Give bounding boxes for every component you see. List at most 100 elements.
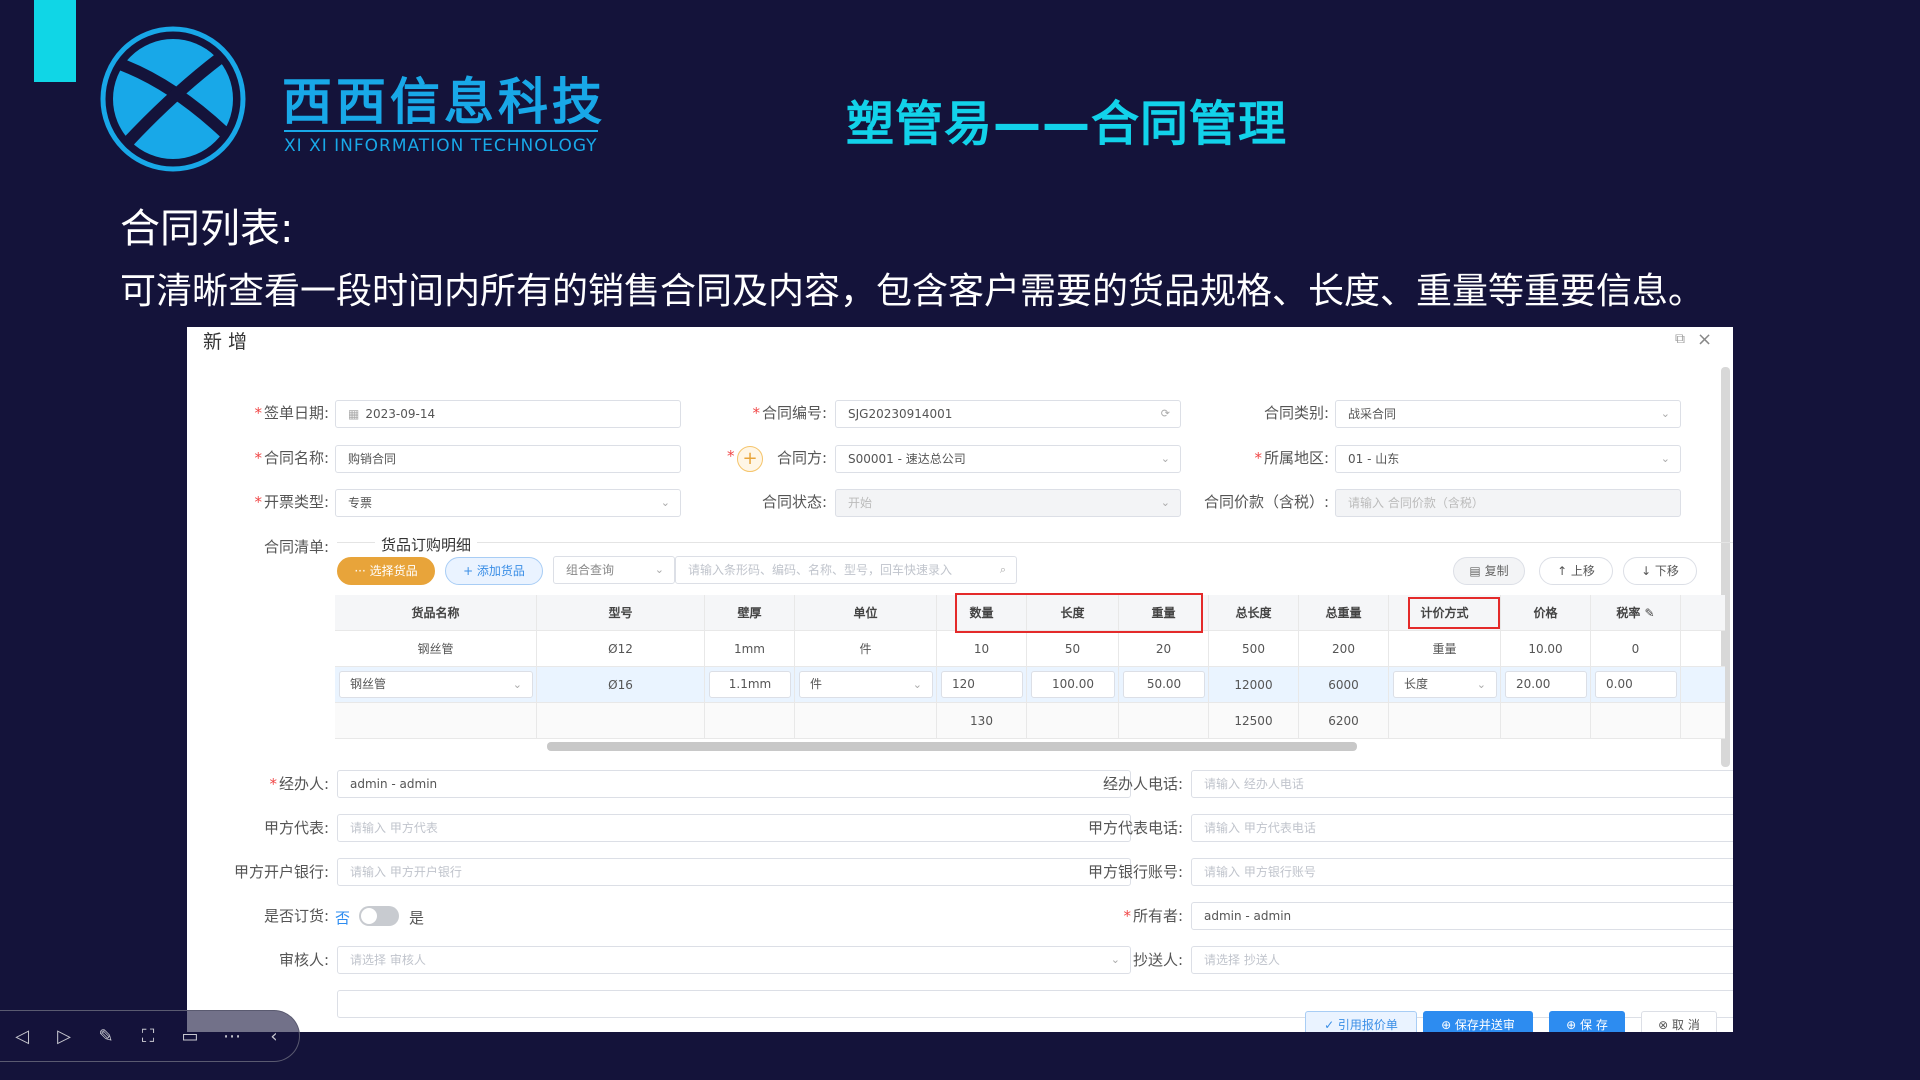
pricing-method-select[interactable]: 长度 ⌄	[1393, 671, 1497, 698]
handler-phone-input[interactable]: 请输入 经办人电话	[1191, 770, 1733, 798]
cell-total-length: 500	[1209, 631, 1299, 666]
camera-icon[interactable]: ▭	[178, 1025, 202, 1049]
is-order-toggle[interactable]	[359, 906, 399, 926]
save-submit-button[interactable]: ⊕ 保存并送审	[1423, 1011, 1533, 1032]
party-a-bank-input[interactable]: 请输入 甲方开户银行	[337, 858, 1131, 886]
cell-weight: 20	[1119, 631, 1209, 666]
region-label: * 所属地区:	[1254, 449, 1329, 467]
horizontal-scrollbar[interactable]	[547, 742, 1357, 751]
move-down-button[interactable]: ↓ 下移	[1623, 557, 1697, 585]
length-input[interactable]: 100.00	[1031, 671, 1115, 698]
cell-empty	[1389, 703, 1501, 738]
cell-quantity: 10	[937, 631, 1027, 666]
table-row-editing[interactable]: 钢丝管 ⌄ Ø16 1.1mm 件 ⌄ 120 100.00 50.00 12000…	[335, 667, 1725, 703]
move-up-button[interactable]: ↑ 上移	[1539, 557, 1613, 585]
weight-input[interactable]: 50.00	[1123, 671, 1205, 698]
close-icon[interactable]: ×	[1697, 329, 1712, 350]
cell-empty	[795, 703, 937, 738]
highlight-box-qty-length-weight	[955, 593, 1203, 633]
col-header-total-weight: 总重量	[1299, 595, 1389, 630]
table-row[interactable]: 钢丝管 Ø12 1mm 件 10 50 20 500 200 重量 10.00 …	[335, 631, 1725, 667]
cell-empty	[335, 703, 537, 738]
col-header-tax-rate[interactable]: 税率 ✎	[1591, 595, 1681, 630]
quote-button[interactable]: ✓ 引用报价单	[1305, 1011, 1417, 1032]
pen-icon[interactable]: ✎	[94, 1025, 118, 1049]
calendar-icon: ▦	[348, 407, 360, 421]
region-select[interactable]: 01 - 山东 ⌄	[1335, 445, 1681, 473]
presenter-toolbar: ◁ ▷ ✎ ⛶ ▭ ⋯ ‹	[0, 1010, 300, 1062]
cell-total-weight: 200	[1299, 631, 1389, 666]
tax-rate-input[interactable]: 0.00	[1595, 671, 1677, 698]
refresh-icon[interactable]: ⟳	[1161, 401, 1170, 427]
contract-name-field[interactable]: 购销合同	[335, 445, 681, 473]
party-a-rep-input[interactable]: 请输入 甲方代表	[337, 814, 1131, 842]
cell-price: 10.00	[1501, 631, 1591, 666]
toggle-off-label: 否	[335, 909, 351, 927]
quantity-input[interactable]: 120	[941, 671, 1023, 698]
cc-label: 抄送人:	[1132, 951, 1183, 969]
chevron-down-icon: ⌄	[912, 678, 922, 691]
sign-date-label: * 签单日期:	[254, 404, 329, 422]
invoice-type-select[interactable]: 专票 ⌄	[335, 489, 681, 517]
cell-model: Ø16	[537, 667, 705, 702]
unit-select[interactable]: 件 ⌄	[799, 671, 933, 698]
thickness-input[interactable]: 1.1mm	[709, 671, 791, 698]
party-select[interactable]: S00001 - 速达总公司 ⌄	[835, 445, 1181, 473]
party-a-account-input[interactable]: 请输入 甲方银行账号	[1191, 858, 1733, 886]
price-field[interactable]: 请输入 合同价款（含税）	[1335, 489, 1681, 517]
price-input[interactable]: 20.00	[1505, 671, 1587, 698]
contract-type-select[interactable]: 战采合同 ⌄	[1335, 400, 1681, 428]
cancel-button[interactable]: ⊗ 取 消	[1641, 1011, 1717, 1032]
col-header-unit: 单位	[795, 595, 937, 630]
goods-name-select[interactable]: 钢丝管 ⌄	[339, 671, 533, 698]
section-heading: 合同列表:	[120, 206, 294, 252]
collapse-icon[interactable]: ‹	[262, 1025, 286, 1049]
save-button[interactable]: ⊕ 保 存	[1549, 1011, 1625, 1032]
cell-empty	[1027, 703, 1119, 738]
cell-quantity: 120	[937, 667, 1027, 702]
search-icon[interactable]: ⌕	[1000, 557, 1006, 583]
reviewer-select[interactable]: 请选择 审核人 ⌄	[337, 946, 1131, 974]
maximize-icon[interactable]: ⧉	[1675, 331, 1685, 347]
slide-title: 塑管易——合同管理	[846, 96, 1288, 152]
next-icon[interactable]: ▷	[52, 1025, 76, 1049]
goods-search-input[interactable]: 请输入条形码、编码、名称、型号，回车快速录入 ⌕	[675, 556, 1017, 584]
cell-empty	[1501, 703, 1591, 738]
contract-no-field[interactable]: SJG20230914001 ⟳	[835, 400, 1181, 428]
cell-empty	[537, 703, 705, 738]
cell-name: 钢丝管 ⌄	[335, 667, 537, 702]
tab-goods-detail[interactable]: 货品订购明细	[375, 534, 478, 555]
add-goods-button[interactable]: + 添加货品	[445, 557, 543, 585]
dialog-title: 新 增	[203, 331, 248, 353]
party-a-account-label: 甲方银行账号:	[1087, 863, 1183, 881]
cell-unit: 件	[795, 631, 937, 666]
add-party-button[interactable]: +	[737, 446, 763, 472]
cell-empty	[705, 703, 795, 738]
zoom-icon[interactable]: ⛶	[136, 1025, 160, 1049]
combo-query-select[interactable]: 组合查询 ⌄	[553, 556, 675, 584]
previous-icon[interactable]: ◁	[10, 1025, 34, 1049]
cc-select[interactable]: 请选择 抄送人⌄	[1191, 946, 1733, 974]
cell-pricing-method: 重量	[1389, 631, 1501, 666]
owner-select[interactable]: admin - admin⌄	[1191, 902, 1733, 930]
party-a-rep-phone-label: 甲方代表电话:	[1087, 819, 1183, 837]
col-header-model: 型号	[537, 595, 705, 630]
cell-unit: 件 ⌄	[795, 667, 937, 702]
accent-bar	[34, 0, 76, 82]
sign-date-field[interactable]: ▦ 2023-09-14	[335, 400, 681, 428]
chevron-down-icon: ⌄	[1660, 452, 1670, 465]
handler-select[interactable]: admin - admin ⌄	[337, 770, 1131, 798]
copy-button[interactable]: ▤ 复制	[1453, 557, 1525, 585]
price-label: 合同价款（含税）:	[1203, 493, 1329, 511]
copy-icon: ▤	[1469, 564, 1485, 578]
party-a-rep-phone-input[interactable]: 请输入 甲方代表电话	[1191, 814, 1733, 842]
cell-thickness: 1.1mm	[705, 667, 795, 702]
brand-name-en: XI XI INFORMATION TECHNOLOGY	[284, 130, 598, 156]
party-label: 合同方:	[776, 449, 827, 467]
select-goods-button[interactable]: ··· 选择货品	[337, 557, 435, 585]
col-header-thickness: 壁厚	[705, 595, 795, 630]
required-mark: *	[727, 447, 735, 465]
cell-thickness: 1mm	[705, 631, 795, 666]
cell-empty	[1119, 703, 1209, 738]
more-icon[interactable]: ⋯	[220, 1025, 244, 1049]
